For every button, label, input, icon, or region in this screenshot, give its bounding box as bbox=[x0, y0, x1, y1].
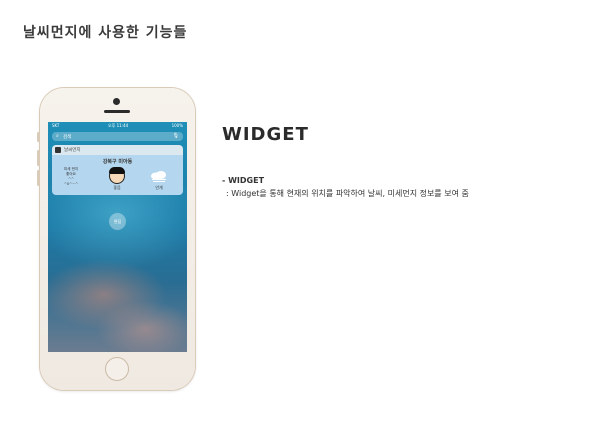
widget-app-name: 날씨먼지 bbox=[64, 148, 81, 153]
headline: WIDGET bbox=[222, 124, 309, 145]
volume-down-button bbox=[37, 170, 40, 186]
location-label: 강북구 미아동 bbox=[102, 159, 133, 165]
carrier-label: SKT bbox=[52, 123, 60, 128]
edit-button[interactable]: 편집 bbox=[109, 213, 126, 230]
app-icon bbox=[55, 147, 61, 153]
phone-screen: SKT 오후 11:44 100% ⌕ 검색 🎙 날씨먼지 강북구 미아동 미세… bbox=[48, 122, 187, 352]
feature-title: - WIDGET bbox=[222, 176, 265, 185]
feature-description: : Widget을 통해 현재의 위치를 파악하여 날씨, 미세먼지 정보를 보… bbox=[226, 189, 469, 198]
mute-switch bbox=[37, 132, 40, 142]
volume-up-button bbox=[37, 150, 40, 166]
clock: 오후 11:44 bbox=[108, 123, 129, 128]
battery-level: 100% bbox=[171, 123, 183, 128]
fog-cloud-icon bbox=[151, 171, 166, 182]
slide-title: 날씨먼지에 사용한 기능들 bbox=[23, 25, 188, 41]
search-placeholder: 검색 bbox=[63, 134, 72, 140]
widget-header[interactable]: 날씨먼지 bbox=[52, 145, 183, 155]
front-camera bbox=[113, 98, 120, 105]
microphone-icon[interactable]: 🎙 bbox=[173, 133, 179, 139]
phone-mockup: SKT 오후 11:44 100% ⌕ 검색 🎙 날씨먼지 강북구 미아동 미세… bbox=[37, 88, 195, 390]
dust-line: ^0^~^ bbox=[63, 182, 79, 186]
status-bar: SKT 오후 11:44 100% bbox=[48, 122, 187, 130]
hair-icon bbox=[109, 167, 125, 174]
dust-info: 미세 먼지 좋아요 ^^ ^0^~^ bbox=[55, 167, 87, 187]
earpiece-speaker bbox=[104, 110, 130, 113]
search-bar[interactable]: ⌕ 검색 🎙 bbox=[52, 132, 183, 141]
weather-widget[interactable]: 강북구 미아동 미세 먼지 좋아요 ^^ ^0^~^ 좋음 안개 bbox=[52, 155, 183, 195]
home-button[interactable] bbox=[105, 357, 129, 381]
weather-label: 안개 bbox=[155, 185, 163, 190]
search-icon: ⌕ bbox=[56, 133, 59, 139]
dust-grade-label: 좋음 bbox=[113, 185, 121, 190]
